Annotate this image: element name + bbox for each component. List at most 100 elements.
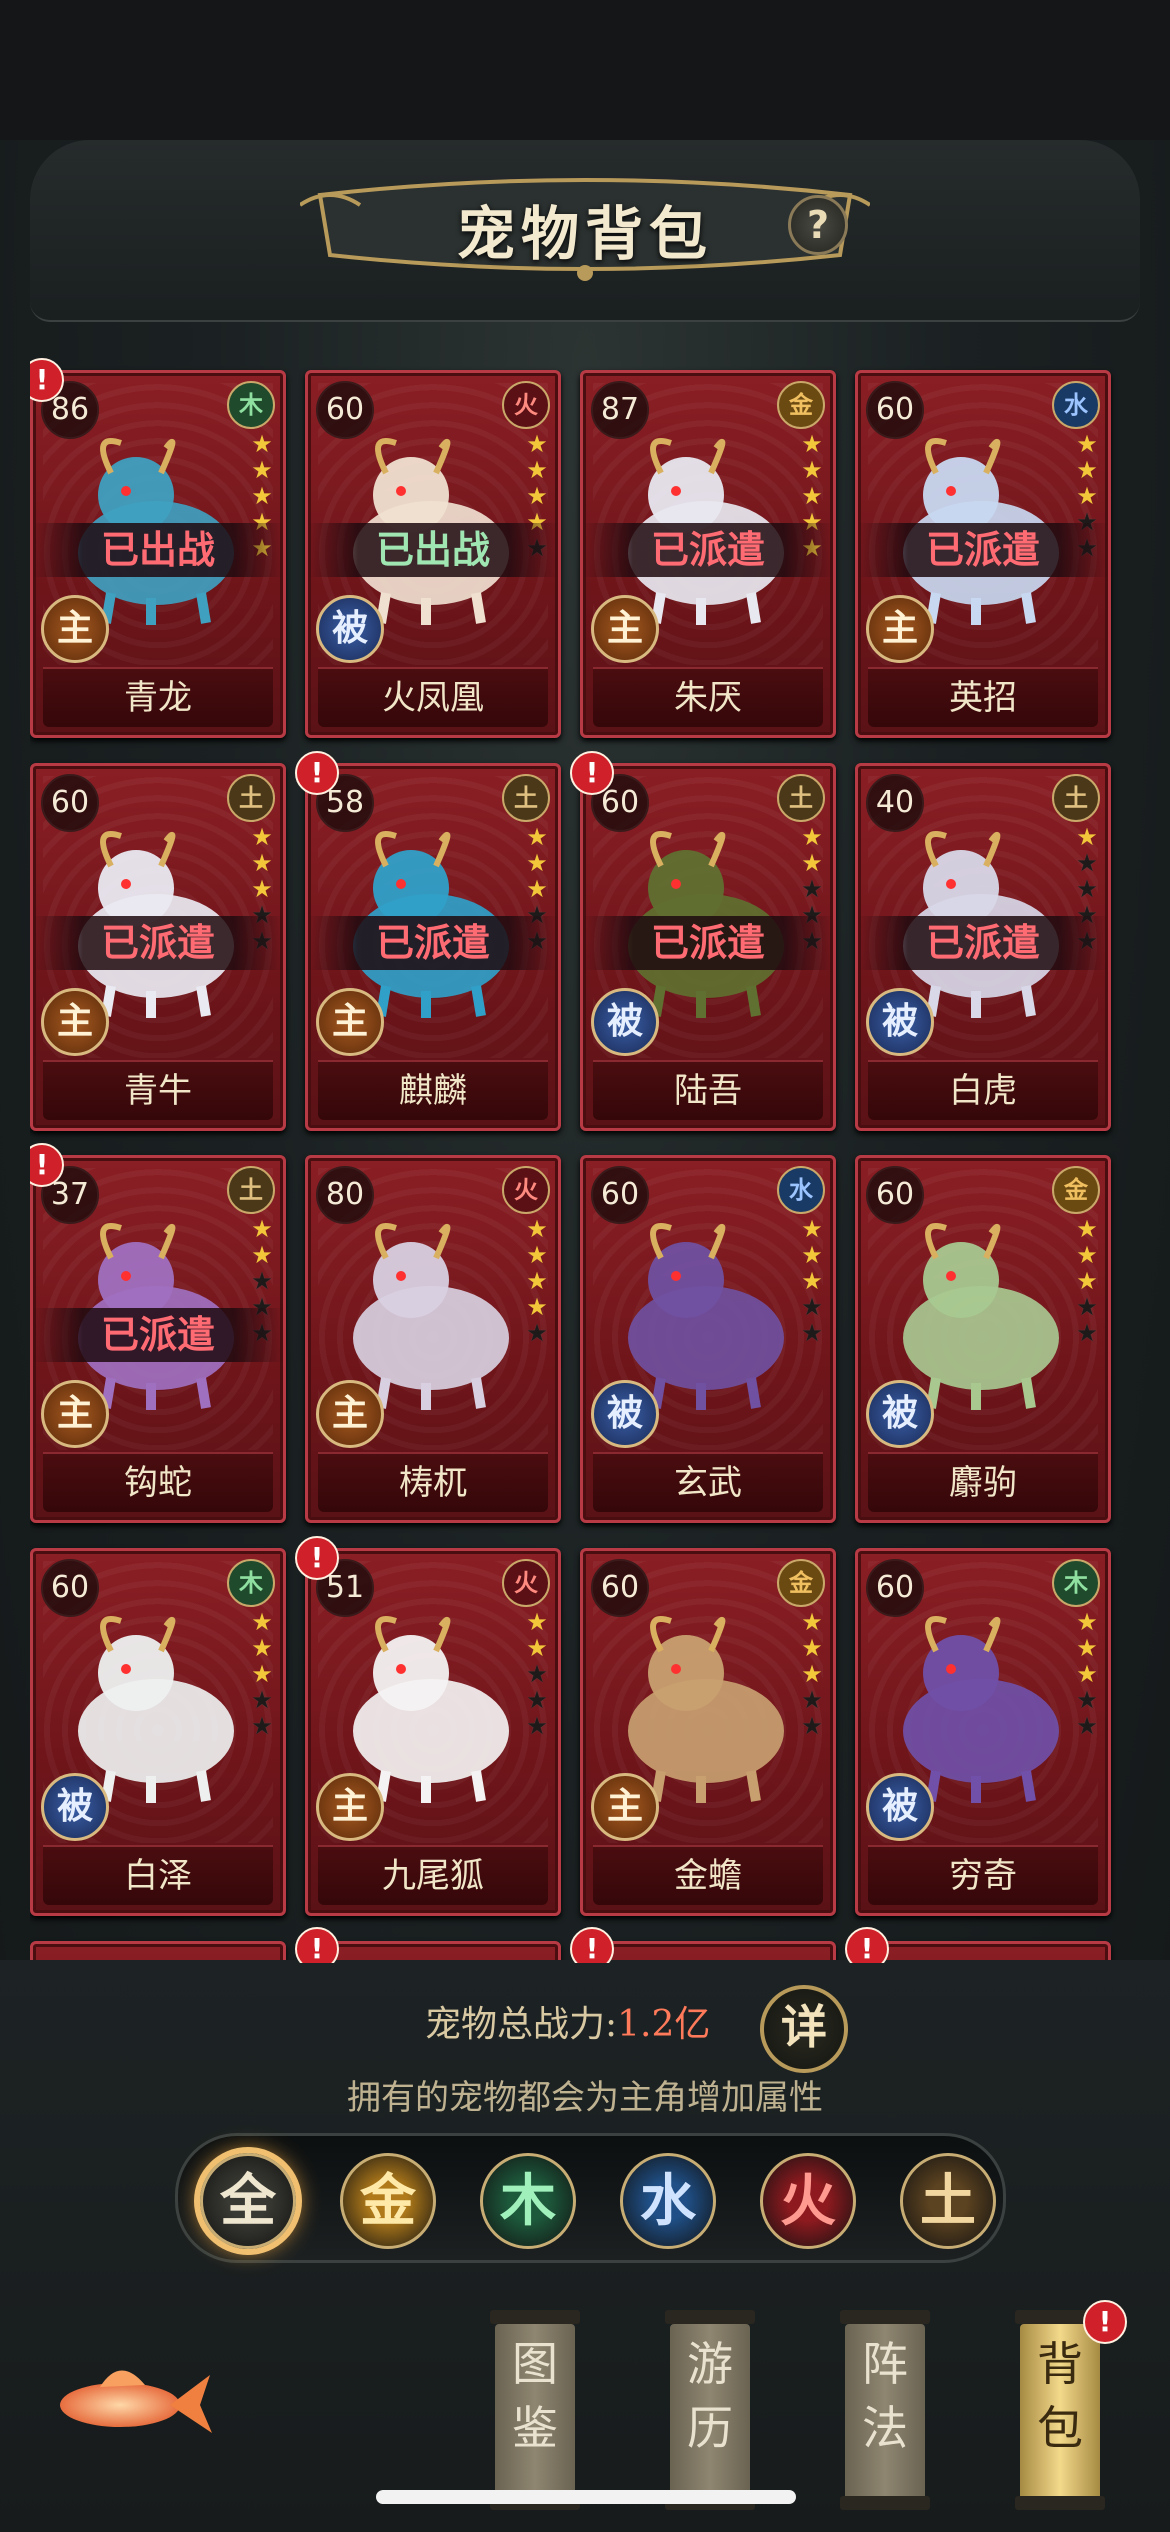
filter-0-button[interactable]: 全 [200,2153,296,2249]
pet-level: 87 [591,381,649,439]
pet-card[interactable]: 87金★★★★★已派遣主朱厌 [580,370,836,738]
scroll-cap [490,2310,580,2324]
star-icon: ★ [801,482,823,510]
pet-card[interactable]: 60 水 ★ ★ ★ ★ ★ 被玄武 [580,1155,836,1523]
nav-tab-label: 图鉴 [512,2337,558,2455]
pet-name: 梼杌 [318,1452,548,1512]
pet-card[interactable]: 60 木 ★ ★ ★ ★ ★ 被穷奇 [855,1548,1111,1916]
star-icon: ★ [801,1712,823,1740]
pet-status: 已出战 [308,523,558,577]
pet-name: 火凤凰 [318,667,548,727]
star-icon: ★ [526,823,548,851]
pet-level: 60 [591,1559,649,1617]
pet-role-badge: 主 [866,595,934,663]
star-icon: ★ [526,1608,548,1636]
nav-tab-label: 背包 [1037,2337,1083,2455]
pet-card[interactable]: 60水★★★★★已派遣主英招 [855,370,1111,738]
total-power-label: 宠物总战力:1.2亿 [425,1995,710,2047]
alert-icon: ! [845,1927,889,1963]
element-badge: 火 [502,1166,550,1214]
pet-role-badge: 主 [41,595,109,663]
nav-tab-0[interactable]: 图鉴 [490,2310,580,2510]
total-power-row: 宠物总战力:1.2亿 详 [360,1985,860,2073]
pet-card[interactable]: 51 火 ★ ★ ★ ★ ★ 主九尾狐 [305,1548,561,1916]
star-icon: ★ [251,430,273,458]
star-icon: ★ [801,1293,823,1321]
pet-card[interactable]: 58土★★★★★已派遣主麒麟 [305,763,561,1131]
pet-card[interactable]: 60火★★★★★已出战被火凤凰 [305,370,561,738]
pet-card[interactable]: 80 火 ★ ★ ★ ★ ★ 主梼杌 [305,1155,561,1523]
star-icon: ★ [526,456,548,484]
pet-role-badge: 主 [591,1773,659,1841]
pet-name: 朱厌 [593,667,823,727]
pet-card[interactable]: 60 金 ★ ★ ★ ★ ★ 被麝驹 [855,1155,1111,1523]
fish-icon[interactable] [40,2345,220,2455]
star-icon: ★ [526,1267,548,1295]
element-badge: 土 [227,1166,275,1214]
pet-name: 陆吾 [593,1060,823,1120]
filter-1-button[interactable]: 金 [340,2153,436,2249]
pet-name: 麒麟 [318,1060,548,1120]
star-icon: ★ [1076,1319,1098,1347]
pet-status: 已派遣 [583,916,833,970]
element-badge: 金 [1052,1166,1100,1214]
star-icon: ★ [526,1293,548,1321]
alert-icon: ! [1083,2300,1127,2344]
alert-icon: ! [295,751,339,795]
pet-level: 60 [316,381,374,439]
pet-card[interactable]: 37土★★★★★已派遣主钩蛇 [30,1155,286,1523]
star-icon: ★ [801,1215,823,1243]
star-rating: ★★★★★ [249,1609,275,1739]
star-icon: ★ [1076,1241,1098,1269]
pet-name: 金蟾 [593,1845,823,1905]
star-icon: ★ [526,1215,548,1243]
star-rating: ★★★★★ [524,1216,550,1346]
pet-level: 60 [866,381,924,439]
pet-status: 已派遣 [858,523,1108,577]
filter-4-button[interactable]: 火 [760,2153,856,2249]
nav-tab-2[interactable]: 阵法 [840,2310,930,2510]
pet-level: 60 [866,1559,924,1617]
pet-name: 钩蛇 [43,1452,273,1512]
filter-2-button[interactable]: 木 [480,2153,576,2249]
pet-card[interactable]: 40土★★★★★已派遣被白虎 [855,763,1111,1131]
element-badge: 土 [777,774,825,822]
star-icon: ★ [251,875,273,903]
scroll-cap [840,2310,930,2324]
star-icon: ★ [801,430,823,458]
help-button[interactable]: ? [788,195,848,255]
star-icon: ★ [1076,430,1098,458]
star-icon: ★ [801,849,823,877]
pet-card[interactable]: 60土★★★★★已派遣被陆吾 [580,763,836,1131]
pet-name: 白泽 [43,1845,273,1905]
star-icon: ★ [251,1686,273,1714]
star-icon: ★ [1076,1634,1098,1662]
star-icon: ★ [526,482,548,510]
pet-status: 已出战 [33,523,283,577]
star-icon: ★ [1076,823,1098,851]
filter-3-button[interactable]: 水 [620,2153,716,2249]
nav-tab-1[interactable]: 游历 [665,2310,755,2510]
pet-card[interactable]: 60土★★★★★已派遣主青牛 [30,763,286,1131]
pet-card[interactable]: 60 木 ★ ★ ★ ★ ★ 被白泽 [30,1548,286,1916]
star-icon: ★ [526,430,548,458]
star-icon: ★ [1076,1215,1098,1243]
alert-icon: ! [295,1927,339,1963]
pet-level: 60 [41,1559,99,1617]
pet-role-badge: 被 [316,595,384,663]
pet-card[interactable]: 86木★★★★★已出战主青龙 [30,370,286,738]
star-icon: ★ [801,1686,823,1714]
pet-name: 玄武 [593,1452,823,1512]
home-indicator[interactable] [376,2490,796,2504]
pet-role-badge: 主 [591,595,659,663]
pet-level: 40 [866,774,924,832]
pet-role-badge: 主 [41,988,109,1056]
top-status-bar [0,0,1170,140]
star-icon: ★ [801,1267,823,1295]
pet-role-badge: 主 [316,1773,384,1841]
power-detail-button[interactable]: 详 [760,1985,848,2073]
pet-card[interactable]: 60 金 ★ ★ ★ ★ ★ 主金蟾 [580,1548,836,1916]
element-badge: 木 [1052,1559,1100,1607]
filter-5-button[interactable]: 土 [900,2153,996,2249]
star-rating: ★★★★★ [799,1609,825,1739]
